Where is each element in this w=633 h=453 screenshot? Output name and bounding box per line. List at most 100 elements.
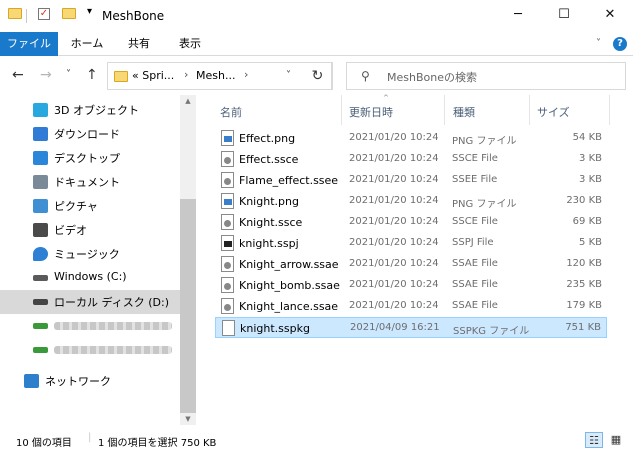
forward-button[interactable]: → (40, 67, 52, 83)
column-divider[interactable] (529, 95, 530, 125)
scroll-down-arrow[interactable]: ▼ (180, 415, 196, 423)
up-button[interactable]: ↑ (86, 67, 98, 83)
project-file-icon (221, 235, 234, 251)
file-size: 3 KB (579, 153, 602, 164)
nav-item[interactable]: ローカル ディスク (D:) (0, 290, 180, 314)
file-name: Knight_bomb.ssae (239, 279, 340, 292)
nav-item[interactable]: ピクチャ (0, 194, 180, 218)
nav-item[interactable] (0, 314, 180, 338)
breadcrumb-sprite-studio[interactable]: « Spri... (132, 69, 174, 82)
file-name: knight.sspj (239, 237, 299, 250)
breadcrumb-separator[interactable]: › (184, 68, 188, 81)
download-icon (33, 127, 48, 141)
music-icon (33, 247, 48, 261)
nav-item[interactable]: デスクトップ (0, 146, 180, 170)
file-date: 2021/01/20 10:24 (349, 132, 439, 143)
ribbon-tabs: ファイル ホーム 共有 表示 ˅ ? (0, 32, 633, 56)
search-box[interactable]: ⚲ MeshBoneの検索 (346, 62, 626, 90)
settings-file-badge (224, 304, 231, 311)
nav-item[interactable]: Windows (C:) (0, 266, 180, 290)
column-header-row: 名前 更新日時 ^ 種類 サイズ (200, 94, 633, 125)
settings-file-badge (224, 283, 231, 290)
documents-icon (33, 175, 48, 189)
nav-item[interactable]: ダウンロード (0, 122, 180, 146)
nav-item-label: ネットワーク (45, 375, 111, 388)
nav-item[interactable] (0, 338, 180, 362)
nav-item[interactable]: 3D オブジェクト (0, 98, 180, 122)
file-type: SSCE File (452, 216, 498, 227)
nav-scrollbar-thumb[interactable] (180, 199, 196, 413)
status-divider: | (88, 432, 92, 443)
address-row: ← → ˅ ↑ « Spri... › Mesh... › ˅ ↻ ⚲ Mesh… (0, 57, 633, 95)
image-file-badge (224, 136, 232, 142)
settings-file-badge (224, 157, 231, 164)
column-divider[interactable] (609, 95, 610, 125)
address-bar[interactable]: « Spri... › Mesh... › ˅ (107, 62, 333, 90)
column-header-size[interactable]: サイズ (537, 104, 570, 120)
column-header-name[interactable]: 名前 (220, 104, 242, 120)
image-file-icon (221, 193, 234, 209)
tab-view[interactable]: 表示 (166, 32, 214, 56)
column-header-type[interactable]: 種類 (453, 104, 475, 120)
navigation-pane: 3D オブジェクト ダウンロード デスクトップ ドキュメントピクチャビデオミュージック… (0, 95, 196, 425)
file-name: knight.sspkg (240, 322, 310, 335)
close-button[interactable]: ✕ (587, 0, 633, 32)
file-type: SSAE File (452, 300, 498, 311)
breadcrumb-meshbone[interactable]: Mesh... (196, 69, 235, 82)
nav-item-label: Windows (C:) (54, 270, 127, 283)
column-divider[interactable] (341, 95, 342, 125)
file-type: SSEE File (452, 174, 498, 185)
recent-locations-button[interactable]: ˅ (66, 69, 71, 80)
nav-item[interactable]: ドキュメント (0, 170, 180, 194)
address-dropdown-icon[interactable]: ˅ (286, 70, 291, 81)
file-row[interactable]: Flame_effect.ssee 2021/01/20 10:24 SSEE Fi… (215, 170, 607, 191)
nav-item[interactable]: ビデオ (0, 218, 180, 242)
file-date: 2021/01/20 10:24 (349, 300, 439, 311)
new-folder-icon[interactable] (62, 8, 76, 19)
maximize-button[interactable]: ☐ (541, 0, 587, 32)
column-header-date[interactable]: 更新日時 (349, 104, 393, 120)
file-row[interactable]: knight.sspkg 2021/04/09 16:21 SSPKG ファイル 75… (215, 317, 607, 338)
desktop-icon (33, 151, 48, 165)
ribbon-collapse-icon[interactable]: ˅ (596, 32, 601, 56)
file-type: PNG ファイル (452, 136, 517, 147)
file-date: 2021/01/20 10:24 (349, 216, 439, 227)
nav-item-label: ピクチャ (54, 200, 98, 213)
tab-file[interactable]: ファイル (0, 32, 58, 56)
file-row[interactable]: Knight_bomb.ssae 2021/01/20 10:24 SSAE Fil… (215, 275, 607, 296)
network-drive-icon (33, 347, 48, 353)
details-view-button[interactable]: ☷ (585, 432, 603, 448)
back-button[interactable]: ← (12, 67, 24, 83)
breadcrumb-separator[interactable]: › (244, 68, 248, 81)
search-icon: ⚲ (361, 69, 370, 83)
tab-share[interactable]: 共有 (116, 32, 162, 56)
file-type: SSAE File (452, 279, 498, 290)
nav-item-label: ビデオ (54, 224, 87, 237)
file-row[interactable]: Knight.ssce 2021/01/20 10:24 SSCE File 69 K… (215, 212, 607, 233)
refresh-button[interactable]: ↻ (304, 62, 332, 90)
file-date: 2021/01/20 10:24 (349, 195, 439, 206)
quick-access-dropdown-icon[interactable]: ▾ (87, 6, 92, 17)
properties-icon[interactable]: ✓ (38, 8, 50, 20)
large-icons-view-button[interactable]: ▦ (607, 432, 625, 448)
column-divider[interactable] (444, 95, 445, 125)
file-row[interactable]: Knight_lance.ssae 2021/01/20 10:24 SSAE Fi… (215, 296, 607, 317)
file-date: 2021/04/09 16:21 (350, 322, 440, 333)
settings-file-icon (221, 214, 234, 230)
help-icon[interactable]: ? (613, 37, 627, 51)
minimize-button[interactable]: ─ (495, 0, 541, 32)
file-size: 230 KB (566, 195, 602, 206)
file-size: 5 KB (579, 237, 602, 248)
file-row[interactable]: Knight_arrow.ssae 2021/01/20 10:24 SSAE Fi… (215, 254, 607, 275)
drive-icon (33, 299, 48, 305)
file-row[interactable]: Effect.ssce 2021/01/20 10:24 SSCE File 3 KB (215, 149, 607, 170)
file-row[interactable]: Effect.png 2021/01/20 10:24 PNG ファイル 54 KB (215, 128, 607, 149)
file-row[interactable]: knight.sspj 2021/01/20 10:24 SSPJ File 5 KB (215, 233, 607, 254)
file-row[interactable]: Knight.png 2021/01/20 10:24 PNG ファイル 230 KB (215, 191, 607, 212)
nav-item[interactable]: ネットワーク (0, 369, 180, 393)
nav-item[interactable]: ミュージック (0, 242, 180, 266)
tab-home[interactable]: ホーム (62, 32, 112, 56)
scroll-up-arrow[interactable]: ▲ (180, 97, 196, 105)
file-date: 2021/01/20 10:24 (349, 174, 439, 185)
settings-file-badge (224, 178, 231, 185)
